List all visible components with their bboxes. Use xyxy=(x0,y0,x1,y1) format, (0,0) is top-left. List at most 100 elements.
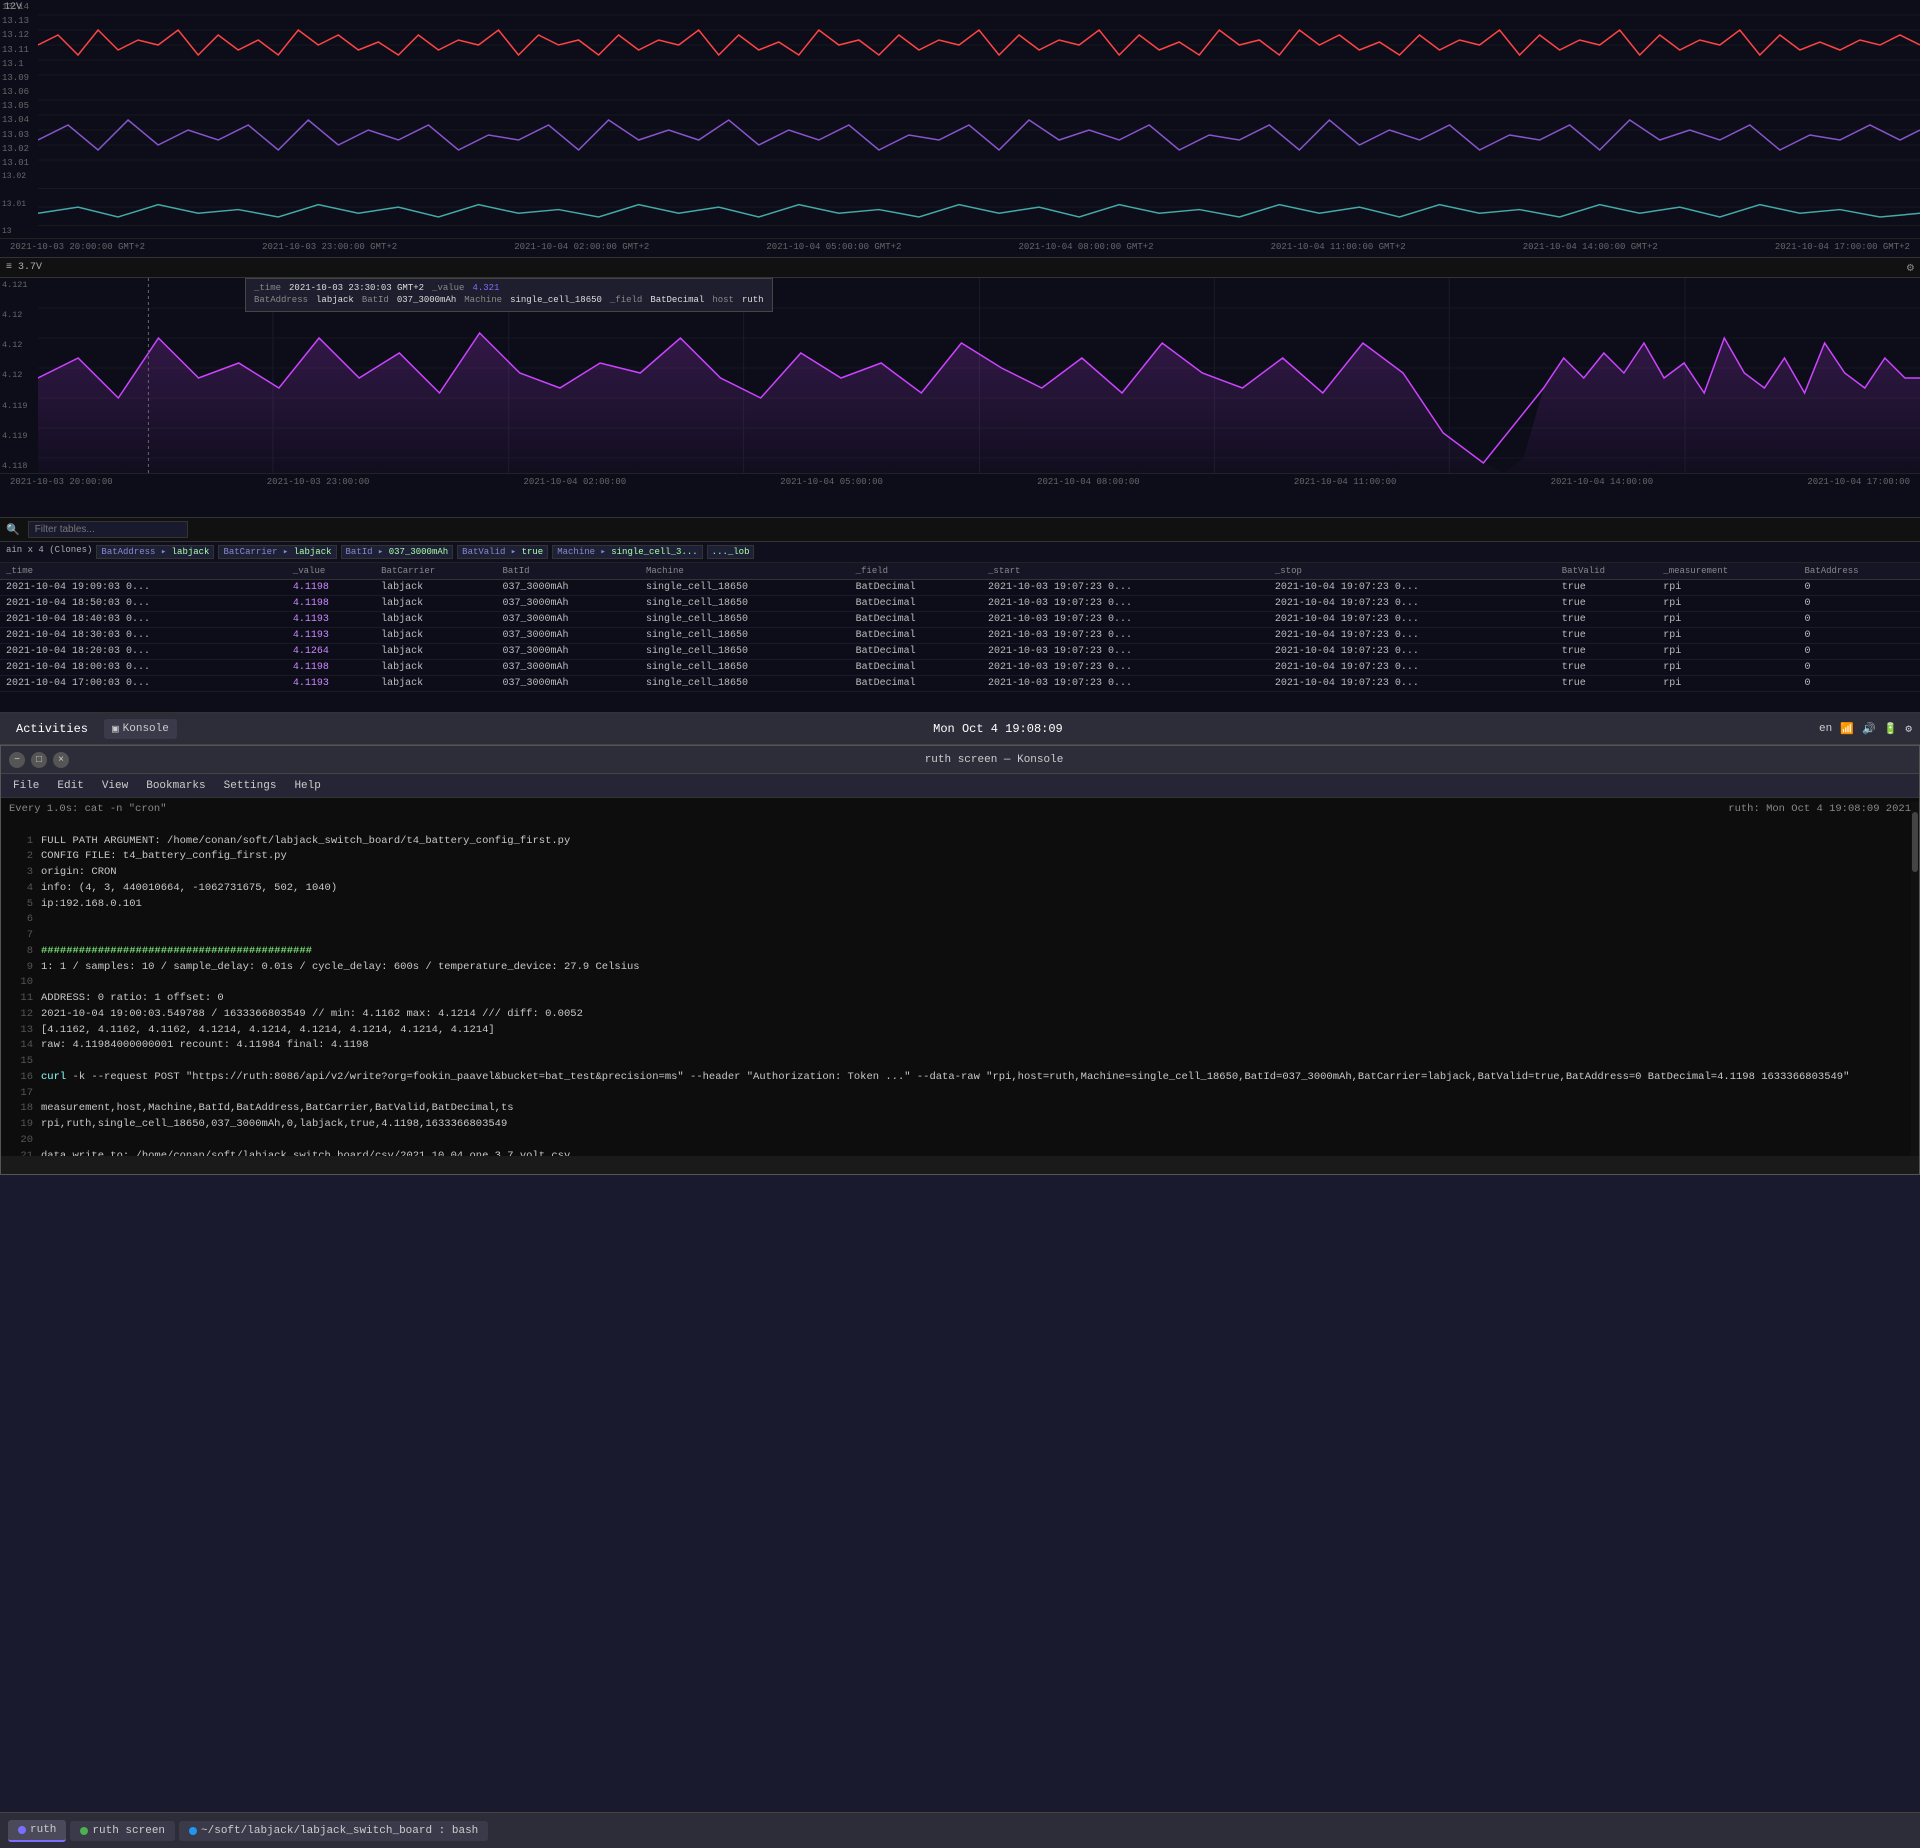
time-label: 2021-10-04 08:00:00 xyxy=(1037,477,1140,487)
col-header-machine[interactable]: Machine xyxy=(640,563,850,580)
terminal-line-4: 4info: (4, 3, 440010664, -1062731675, 50… xyxy=(9,881,1911,897)
konsole-maximize-button[interactable]: □ xyxy=(31,752,47,768)
y-label: 13.02 xyxy=(2,172,36,181)
terminal-line-2: 2CONFIG FILE: t4_battery_config_first.py xyxy=(9,849,1911,865)
table-row[interactable]: 2021-10-04 18:30:03 0... 4.1193 labjack … xyxy=(0,628,1920,644)
cell-start: 2021-10-03 19:07:23 0... xyxy=(982,660,1269,676)
cell-measurement: rpi xyxy=(1657,580,1798,596)
menu-file[interactable]: File xyxy=(5,778,47,794)
cell-start: 2021-10-03 19:07:23 0... xyxy=(982,644,1269,660)
cell-batvalid: true xyxy=(1556,644,1658,660)
tag-batcarrier[interactable]: BatCarrier ▸ labjack xyxy=(218,545,336,559)
cell-measurement: rpi xyxy=(1657,660,1798,676)
table-filter-bar: 🔍 xyxy=(0,518,1920,542)
konsole-window: − □ × ruth screen — Konsole File Edit Vi… xyxy=(0,745,1920,1175)
tag-batid[interactable]: BatId ▸ 037_3000mAh xyxy=(341,545,454,559)
btask-bash[interactable]: ~/soft/labjack/labjack_switch_board : ba… xyxy=(179,1821,488,1841)
table-row[interactable]: 2021-10-04 18:20:03 0... 4.1264 labjack … xyxy=(0,644,1920,660)
cell-field: BatDecimal xyxy=(850,580,982,596)
konsole-menubar: File Edit View Bookmarks Settings Help xyxy=(1,774,1919,798)
cell-stop: 2021-10-04 19:07:23 0... xyxy=(1269,612,1556,628)
konsole-titlebar: − □ × ruth screen — Konsole xyxy=(1,746,1919,774)
y-label: 13.12 xyxy=(2,30,36,40)
tag-batvalid[interactable]: BatValid ▸ true xyxy=(457,545,548,559)
konsole-label: Konsole xyxy=(123,723,169,735)
col-header-stop[interactable]: _stop xyxy=(1269,563,1556,580)
col-header-field[interactable]: _field xyxy=(850,563,982,580)
cell-time: 2021-10-04 18:50:03 0... xyxy=(0,596,287,612)
terminal-line-20: 20 xyxy=(9,1133,1911,1149)
tag-machine[interactable]: Machine ▸ single_cell_3... xyxy=(552,545,702,559)
time-label: 2021-10-04 17:00:00 xyxy=(1807,477,1910,487)
cell-batvalid: true xyxy=(1556,580,1658,596)
cell-value: 4.1193 xyxy=(287,612,375,628)
cell-value: 4.1198 xyxy=(287,596,375,612)
table-header-row: _time _value BatCarrier BatId Machine _f… xyxy=(0,563,1920,580)
btask-ruth-screen[interactable]: ruth screen xyxy=(70,1821,175,1841)
purple-chart-svg xyxy=(38,85,1920,170)
y-label: 13.05 xyxy=(2,101,36,111)
col-header-bataddress[interactable]: BatAddress xyxy=(1799,563,1920,580)
konsole-icon: ▣ xyxy=(112,722,119,736)
konsole-taskbar-button[interactable]: ▣ Konsole xyxy=(104,719,177,739)
table-row[interactable]: 2021-10-04 17:00:03 0... 4.1193 labjack … xyxy=(0,676,1920,692)
cell-start: 2021-10-03 19:07:23 0... xyxy=(982,612,1269,628)
menu-edit[interactable]: Edit xyxy=(49,778,91,794)
activities-button[interactable]: Activities xyxy=(8,718,96,740)
locale-label: en xyxy=(1819,723,1832,735)
gnome-taskbar: Activities ▣ Konsole Mon Oct 4 19:08:09 … xyxy=(0,713,1920,745)
cell-value: 4.1198 xyxy=(287,580,375,596)
col-header-batcarrier[interactable]: BatCarrier xyxy=(375,563,496,580)
cell-batvalid: true xyxy=(1556,660,1658,676)
mid-chart-header: ≡ 3.7V ⚙ xyxy=(0,258,1920,278)
cell-batvalid: true xyxy=(1556,612,1658,628)
gear-icon[interactable]: ⚙ xyxy=(1907,260,1914,275)
tooltip-time-val: 2021-10-03 23:30:03 GMT+2 xyxy=(289,283,424,293)
y-label: 13.11 xyxy=(2,45,36,55)
volume-icon: 🔊 xyxy=(1862,722,1876,736)
scrollbar-thumb[interactable] xyxy=(1912,812,1918,872)
cell-batvalid: true xyxy=(1556,596,1658,612)
table-row[interactable]: 2021-10-04 18:50:03 0... 4.1198 labjack … xyxy=(0,596,1920,612)
konsole-scrollbar[interactable] xyxy=(1911,802,1919,1156)
menu-view[interactable]: View xyxy=(94,778,136,794)
tooltip-batid-val: 037_3000mAh xyxy=(397,295,456,305)
y-label: 4.121 xyxy=(2,280,36,290)
col-header-batid[interactable]: BatId xyxy=(497,563,640,580)
col-header-start[interactable]: _start xyxy=(982,563,1269,580)
tag-extra[interactable]: ..._lob xyxy=(707,545,755,559)
cell-batvalid: true xyxy=(1556,676,1658,692)
col-header-time[interactable]: _time xyxy=(0,563,287,580)
cell-machine: single_cell_18650 xyxy=(640,596,850,612)
table-filter-input[interactable] xyxy=(28,521,188,538)
time-label: 2021-10-04 02:00:00 GMT+2 xyxy=(514,242,649,252)
tooltip-field-val: BatDecimal xyxy=(650,295,704,305)
time-label: 2021-10-04 08:00:00 GMT+2 xyxy=(1019,242,1154,252)
col-header-value[interactable]: _value xyxy=(287,563,375,580)
col-header-batvalid[interactable]: BatValid xyxy=(1556,563,1658,580)
konsole-close-button[interactable]: × xyxy=(53,752,69,768)
tooltip-value-val: 4.321 xyxy=(472,283,499,293)
cell-measurement: rpi xyxy=(1657,628,1798,644)
ruth-dot xyxy=(18,1826,26,1834)
cell-measurement: rpi xyxy=(1657,612,1798,628)
cell-stop: 2021-10-04 19:07:23 0... xyxy=(1269,580,1556,596)
cell-time: 2021-10-04 18:20:03 0... xyxy=(0,644,287,660)
time-label: 2021-10-04 17:00:00 GMT+2 xyxy=(1775,242,1910,252)
konsole-minimize-button[interactable]: − xyxy=(9,752,25,768)
table-row[interactable]: 2021-10-04 18:00:03 0... 4.1198 labjack … xyxy=(0,660,1920,676)
cell-batid: 037_3000mAh xyxy=(497,660,640,676)
table-row[interactable]: 2021-10-04 18:40:03 0... 4.1193 labjack … xyxy=(0,612,1920,628)
menu-help[interactable]: Help xyxy=(286,778,328,794)
btask-ruth[interactable]: ruth xyxy=(8,1820,66,1842)
cell-time: 2021-10-04 18:40:03 0... xyxy=(0,612,287,628)
col-header-measurement[interactable]: _measurement xyxy=(1657,563,1798,580)
menu-settings[interactable]: Settings xyxy=(216,778,285,794)
menu-bookmarks[interactable]: Bookmarks xyxy=(138,778,213,794)
cell-bataddress: 0 xyxy=(1799,660,1920,676)
cell-machine: single_cell_18650 xyxy=(640,580,850,596)
cell-value: 4.1193 xyxy=(287,628,375,644)
tag-bataddress[interactable]: BatAddress ▸ labjack xyxy=(96,545,214,559)
table-row[interactable]: 2021-10-04 19:09:03 0... 4.1198 labjack … xyxy=(0,580,1920,596)
tooltip-host-label: host xyxy=(712,295,734,305)
